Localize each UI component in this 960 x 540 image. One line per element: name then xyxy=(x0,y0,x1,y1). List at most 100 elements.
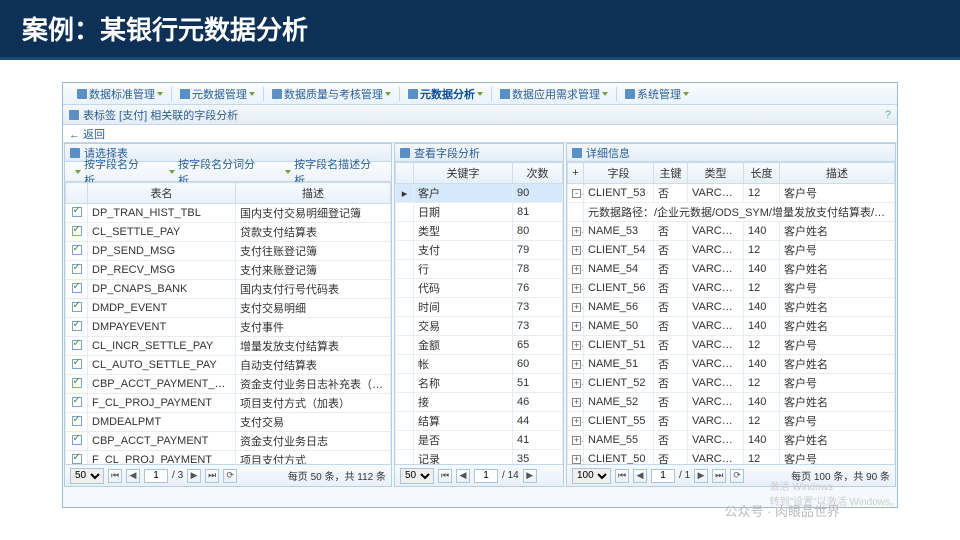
table-row[interactable]: 支付79 xyxy=(396,241,563,260)
table-row[interactable]: 金额65 xyxy=(396,336,563,355)
table-row[interactable]: 结算44 xyxy=(396,412,563,431)
prev-page-button[interactable]: ◀ xyxy=(456,469,470,483)
checkbox[interactable] xyxy=(72,454,82,464)
next-page-button[interactable]: ▶ xyxy=(523,469,537,483)
expand-icon[interactable]: + xyxy=(572,379,581,388)
table-row[interactable]: +NAME_50否VARCHA…140客户姓名 xyxy=(568,317,895,336)
checkbox[interactable] xyxy=(72,226,82,236)
first-page-button[interactable]: ⏮ xyxy=(108,469,122,483)
page-input[interactable] xyxy=(651,469,675,483)
table-row[interactable]: 时间73 xyxy=(396,298,563,317)
table-row[interactable]: DMPAYEVENT支付事件 xyxy=(66,318,391,337)
table-row[interactable]: CL_AUTO_SETTLE_PAY自动支付结算表 xyxy=(66,356,391,375)
expand-icon[interactable]: + xyxy=(572,341,581,350)
keyword-scroll[interactable]: 关键字次数 ▸客户90日期81类型80支付79行78代码76时间73交易73金额… xyxy=(395,162,563,464)
table-row[interactable]: 帐60 xyxy=(396,355,563,374)
prev-page-button[interactable]: ◀ xyxy=(126,469,140,483)
table-row[interactable]: F_CL_PROJ_PAYMENT项目支付方式 xyxy=(66,451,391,465)
checkbox[interactable] xyxy=(72,359,82,369)
checkbox[interactable] xyxy=(72,378,82,388)
page-size[interactable]: 50 xyxy=(70,468,104,484)
table-row[interactable]: DP_SEND_MSG支付往账登记簿 xyxy=(66,242,391,261)
refresh-button[interactable]: ⟳ xyxy=(223,469,237,483)
table-row[interactable]: DP_CNAPS_BANK国内支付行号代码表 xyxy=(66,280,391,299)
table-row[interactable]: +NAME_53否VARCHA…140客户姓名 xyxy=(568,222,895,241)
table-row[interactable]: DMDEALPMT支付交易 xyxy=(66,413,391,432)
table-row[interactable]: DP_RECV_MSG支付来账登记簿 xyxy=(66,261,391,280)
expand-icon[interactable]: + xyxy=(572,360,581,369)
table-row[interactable]: 日期81 xyxy=(396,203,563,222)
checkbox[interactable] xyxy=(72,264,82,274)
table-row[interactable]: 类型80 xyxy=(396,222,563,241)
expand-icon[interactable]: + xyxy=(572,436,581,445)
next-page-button[interactable]: ▶ xyxy=(187,469,201,483)
first-page-button[interactable]: ⏮ xyxy=(438,469,452,483)
page-input[interactable] xyxy=(474,469,498,483)
expand-icon[interactable]: + xyxy=(572,303,581,312)
table-row[interactable]: +CLIENT_54否VARCHA…12客户号 xyxy=(568,241,895,260)
detail-scroll[interactable]: +字段主键类型长度描述 -CLIENT_53否VARCHA…12客户号元数据路径… xyxy=(567,162,895,464)
table-row[interactable]: DP_TRAN_HIST_TBL国内支付交易明细登记簿 xyxy=(66,204,391,223)
menu-item[interactable]: 系统管理 xyxy=(617,86,697,102)
checkbox[interactable] xyxy=(72,283,82,293)
table-row[interactable]: +CLIENT_55否VARCHA…12客户号 xyxy=(568,412,895,431)
table-row[interactable]: ▸客户90 xyxy=(396,184,563,203)
menu-item[interactable]: 数据应用需求管理 xyxy=(492,86,616,102)
checkbox[interactable] xyxy=(72,435,82,445)
last-page-button[interactable]: ⏭ xyxy=(712,469,726,483)
table-row[interactable]: +CLIENT_50否VARCHA…12客户号 xyxy=(568,450,895,465)
table-row[interactable]: 接46 xyxy=(396,393,563,412)
expand-icon[interactable]: + xyxy=(572,322,581,331)
table-row[interactable]: 代码76 xyxy=(396,279,563,298)
page-input[interactable] xyxy=(144,469,168,483)
last-page-button[interactable]: ⏭ xyxy=(205,469,219,483)
table-row[interactable]: CL_INCR_SETTLE_PAY增量发放支付结算表 xyxy=(66,337,391,356)
expand-icon[interactable]: - xyxy=(572,189,581,198)
expand-icon[interactable]: + xyxy=(572,265,581,274)
table-row[interactable]: DMDP_EVENT支付交易明细 xyxy=(66,299,391,318)
expand-icon[interactable]: + xyxy=(572,227,581,236)
menu-item[interactable]: 数据质量与考核管理 xyxy=(264,86,399,102)
menu-item[interactable]: 元数据管理 xyxy=(172,86,263,102)
table-row[interactable]: 交易73 xyxy=(396,317,563,336)
table-row[interactable]: 记录35 xyxy=(396,450,563,465)
table-row[interactable]: 名称51 xyxy=(396,374,563,393)
first-page-button[interactable]: ⏮ xyxy=(615,469,629,483)
table-list-scroll[interactable]: 表名描述 DP_TRAN_HIST_TBL国内支付交易明细登记簿CL_SETTL… xyxy=(65,182,391,464)
table-row[interactable]: CBP_ACCT_PAYMENT资金支付业务日志 xyxy=(66,432,391,451)
checkbox[interactable] xyxy=(72,416,82,426)
prev-page-button[interactable]: ◀ xyxy=(633,469,647,483)
checkbox[interactable] xyxy=(72,302,82,312)
menu-item[interactable]: 数据标准管理 xyxy=(69,86,171,102)
checkbox[interactable] xyxy=(72,321,82,331)
help-icon[interactable]: ? xyxy=(885,109,891,121)
back-button[interactable]: ← 返回 xyxy=(63,125,897,143)
table-row[interactable]: CBP_ACCT_PAYMENT_ATT资金支付业务日志补充表（核心披… xyxy=(66,375,391,394)
table-row[interactable]: 行78 xyxy=(396,260,563,279)
table-row[interactable]: +NAME_54否VARCHA…140客户姓名 xyxy=(568,260,895,279)
table-row[interactable]: -CLIENT_53否VARCHA…12客户号 xyxy=(568,184,895,203)
table-row[interactable]: CL_SETTLE_PAY贷款支付结算表 xyxy=(66,223,391,242)
table-row[interactable]: +NAME_56否VARCHA…140客户姓名 xyxy=(568,298,895,317)
table-row[interactable]: +NAME_51否VARCHA…140客户姓名 xyxy=(568,355,895,374)
expand-icon[interactable]: + xyxy=(572,455,581,464)
page-size[interactable]: 50 xyxy=(400,468,434,484)
expand-icon[interactable]: + xyxy=(572,284,581,293)
menu-item[interactable]: 元数据分析 xyxy=(400,86,491,102)
table-row[interactable]: +CLIENT_52否VARCHA…12客户号 xyxy=(568,374,895,393)
table-row[interactable]: 是否41 xyxy=(396,431,563,450)
checkbox[interactable] xyxy=(72,397,82,407)
table-row[interactable]: +CLIENT_51否VARCHA…12客户号 xyxy=(568,336,895,355)
next-page-button[interactable]: ▶ xyxy=(694,469,708,483)
table-row[interactable]: +CLIENT_56否VARCHA…12客户号 xyxy=(568,279,895,298)
expand-icon[interactable]: + xyxy=(572,417,581,426)
checkbox[interactable] xyxy=(72,340,82,350)
table-row[interactable]: F_CL_PROJ_PAYMENT项目支付方式（加表） xyxy=(66,394,391,413)
checkbox[interactable] xyxy=(72,245,82,255)
refresh-button[interactable]: ⟳ xyxy=(730,469,744,483)
table-row[interactable]: +NAME_55否VARCHA…140客户姓名 xyxy=(568,431,895,450)
table-row[interactable]: +NAME_52否VARCHA…140客户姓名 xyxy=(568,393,895,412)
checkbox[interactable] xyxy=(72,207,82,217)
page-size[interactable]: 100 xyxy=(572,468,611,484)
expand-icon[interactable]: + xyxy=(572,246,581,255)
